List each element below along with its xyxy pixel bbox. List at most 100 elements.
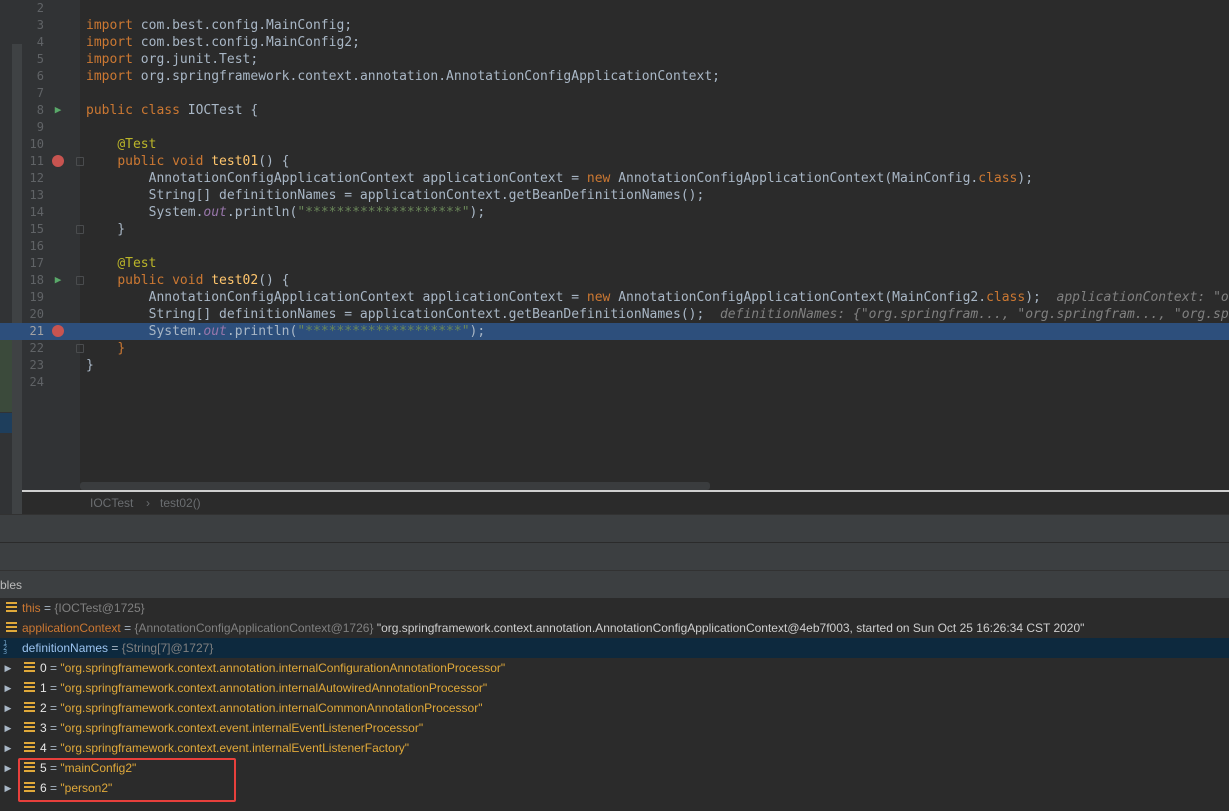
field-icon — [6, 622, 17, 634]
code-line[interactable]: 3 import com.best.config.MainConfig; — [0, 17, 1229, 34]
line-number: 5 — [36, 52, 44, 66]
code-text: } — [86, 358, 94, 373]
code-text: @Test — [117, 256, 157, 271]
code-line[interactable]: 8 ▶ public class IOCTest { — [0, 102, 1229, 119]
array-element-row[interactable]: ▶ 3 = "org.springframework.context.event.… — [0, 718, 1229, 738]
debug-toolbar-frames — [0, 542, 1229, 570]
code-line[interactable]: 6 import org.springframework.context.anno… — [0, 68, 1229, 85]
highlight-annotation-box — [18, 758, 236, 802]
code-line[interactable]: 4 import com.best.config.MainConfig2; — [0, 34, 1229, 51]
array-element-row[interactable]: ▶ 4 = "org.springframework.context.event.… — [0, 738, 1229, 758]
fold-icon[interactable] — [76, 157, 84, 166]
expand-arrow-icon[interactable]: ▶ — [3, 678, 13, 698]
breakpoint-icon[interactable] — [52, 325, 64, 337]
fold-icon[interactable] — [76, 344, 84, 353]
breadcrumb: IOCTest › test02() — [22, 492, 1229, 514]
array-index: 2 — [40, 701, 47, 715]
code-line[interactable]: 17 @Test — [0, 255, 1229, 272]
expand-arrow-icon[interactable]: ▶ — [3, 758, 13, 778]
expand-arrow-icon[interactable]: ▶ — [3, 778, 13, 798]
code-line[interactable]: 23} — [0, 357, 1229, 374]
code-text: public void test02() { — [117, 273, 290, 288]
code-line[interactable]: 7 — [0, 85, 1229, 102]
code-line[interactable]: 5 import org.junit.Test; — [0, 51, 1229, 68]
code-line[interactable]: 12 AnnotationConfigApplicationContext ap… — [0, 170, 1229, 187]
code-text: @Test — [117, 137, 157, 152]
editor-horizontal-scrollbar[interactable] — [80, 482, 710, 490]
code-line[interactable]: 9 — [0, 119, 1229, 136]
code-line[interactable]: 24 — [0, 374, 1229, 391]
variable-type: {AnnotationConfigApplicationContext@1726… — [134, 621, 374, 635]
line-number: 8 — [36, 103, 44, 117]
line-number: 21 — [29, 324, 44, 338]
array-value: "org.springframework.context.event.inter… — [60, 721, 424, 735]
line-number: 18 — [29, 273, 44, 287]
code-text: import com.best.config.MainConfig; — [86, 18, 353, 33]
code-text: String[] definitionNames = applicationCo… — [86, 307, 1229, 322]
code-line[interactable]: 2 — [0, 0, 1229, 17]
line-number: 6 — [36, 69, 44, 83]
array-index: 1 — [40, 681, 47, 695]
variable-value: {IOCTest@1725} — [54, 601, 145, 615]
variable-row-this[interactable]: this = {IOCTest@1725} — [0, 598, 1229, 618]
breakpoint-icon[interactable] — [52, 155, 64, 167]
field-icon — [24, 662, 35, 674]
field-icon — [24, 682, 35, 694]
code-text: } — [86, 222, 126, 237]
debug-toolbar-top — [0, 514, 1229, 542]
array-value: "org.springframework.context.annotation.… — [60, 701, 483, 715]
breadcrumb-class[interactable]: IOCTest — [90, 492, 133, 514]
code-line[interactable]: 19 AnnotationConfigApplicationContext ap… — [0, 289, 1229, 306]
line-number: 19 — [29, 290, 44, 304]
line-number: 7 — [36, 86, 44, 100]
variable-name: definitionNames — [22, 641, 109, 655]
line-number: 3 — [36, 18, 44, 32]
expand-arrow-icon[interactable]: ▶ — [3, 658, 13, 678]
breadcrumb-method[interactable]: test02() — [160, 492, 201, 514]
variable-row-applicationContext[interactable]: applicationContext = {AnnotationConfigAp… — [0, 618, 1229, 638]
array-element-row[interactable]: ▶ 2 = "org.springframework.context.annota… — [0, 698, 1229, 718]
variable-row-definitionNames[interactable]: 123 definitionNames = {String[7]@1727} — [0, 638, 1229, 658]
line-number: 15 — [29, 222, 44, 236]
breadcrumb-separator: › — [146, 496, 150, 510]
code-line[interactable]: 13 String[] definitionNames = applicatio… — [0, 187, 1229, 204]
code-text: public class IOCTest { — [86, 103, 259, 118]
array-value: "org.springframework.context.event.inter… — [60, 741, 410, 755]
run-test-icon[interactable]: ▶ — [52, 104, 64, 116]
expand-arrow-icon[interactable]: ▶ — [3, 718, 13, 738]
code-line[interactable]: 15 } — [0, 221, 1229, 238]
code-line[interactable]: 20 String[] definitionNames = applicatio… — [0, 306, 1229, 323]
code-text: } — [117, 341, 126, 356]
code-text: AnnotationConfigApplicationContext appli… — [86, 290, 1229, 305]
line-number: 17 — [29, 256, 44, 270]
array-index: 4 — [40, 741, 47, 755]
field-icon — [6, 602, 17, 614]
code-line[interactable]: 11 public void test01() { — [0, 153, 1229, 170]
run-test-icon[interactable]: ▶ — [52, 274, 64, 286]
array-element-row[interactable]: ▶ 1 = "org.springframework.context.annota… — [0, 678, 1229, 698]
code-text: import org.junit.Test; — [86, 52, 259, 67]
array-value: "org.springframework.context.annotation.… — [60, 661, 506, 675]
fold-icon[interactable] — [76, 276, 84, 285]
line-number: 2 — [36, 1, 44, 15]
code-line[interactable]: 14 System.out.println("*****************… — [0, 204, 1229, 221]
code-text: import org.springframework.context.annot… — [86, 69, 720, 84]
expand-arrow-icon[interactable]: ▶ — [3, 738, 13, 758]
line-number: 11 — [29, 154, 44, 168]
array-index: 0 — [40, 661, 47, 675]
code-line[interactable]: 10 @Test — [0, 136, 1229, 153]
code-line[interactable]: 18 ▶ public void test02() { — [0, 272, 1229, 289]
variables-title: bles — [0, 578, 23, 592]
expand-arrow-icon[interactable]: ▶ — [3, 698, 13, 718]
code-editor[interactable]: 2 3 import com.best.config.MainConfig; 4 imp… — [0, 0, 1229, 514]
code-line[interactable]: 16 — [0, 238, 1229, 255]
fold-icon[interactable] — [76, 225, 84, 234]
line-number: 20 — [29, 307, 44, 321]
code-line[interactable]: 22 } — [0, 340, 1229, 357]
code-text: System.out.println("********************… — [86, 205, 486, 220]
array-element-row[interactable]: ▶ 0 = "org.springframework.context.annota… — [0, 658, 1229, 678]
code-line[interactable]: 21 System.out.println("*****************… — [0, 323, 1229, 340]
variable-name: applicationContext — [22, 621, 121, 635]
variable-value: {String[7]@1727} — [121, 641, 214, 655]
variable-value: "org.springframework.context.annotation.… — [376, 621, 1085, 635]
